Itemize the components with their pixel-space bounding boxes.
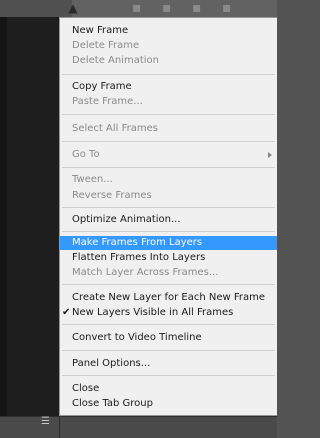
ghost-glyph-2: ▪ [162,0,172,16]
menu-separator [62,231,275,232]
arrange-icon[interactable]: ▲ [66,1,80,15]
footer-divider [59,417,60,438]
check-icon: ✔ [62,307,71,318]
menu-separator [62,375,275,376]
menu-item-make-frames-from-layers[interactable]: Make Frames From Layers [60,236,277,250]
menu-item-match-layer-across-frames: Match Layer Across Frames... [72,267,219,278]
menu-item-select-all-frames: Select All Frames [72,123,158,134]
menu-separator [62,114,275,115]
toolbar-ghost-text [72,0,277,17]
left-edge [0,0,7,438]
menu-separator [62,141,275,142]
menu-item-delete-animation: Delete Animation [72,55,160,66]
menu-item-create-new-layer-each-frame[interactable]: Create New Layer for Each New Frame [60,291,277,305]
menu-item-new-frame[interactable]: New Frame [60,24,277,38]
panel-menu-icon[interactable]: ☰ [41,417,53,427]
ghost-glyph-1: ▪ [132,0,142,16]
ghost-glyph-3: ▪ [192,0,202,16]
menu-item-close-tab-group[interactable]: Close Tab Group [60,397,277,411]
menu-item-paste-frame: Paste Frame... [72,96,143,107]
menu-item-convert-to-video-timeline[interactable]: Convert to Video Timeline [60,331,277,345]
menu-item-close[interactable]: Close [60,382,277,396]
menu-separator [62,350,275,351]
menu-item-panel-options[interactable]: Panel Options... [60,357,277,371]
animation-panel-menu: New Frame Delete Frame Delete Animation … [59,17,277,416]
menu-item-flatten-frames-into-layers[interactable]: Flatten Frames Into Layers [60,251,277,265]
menu-item-delete-frame: Delete Frame [72,40,140,51]
menu-separator [62,74,275,75]
menu-item-optimize-animation[interactable]: Optimize Animation... [60,213,277,227]
menu-item-copy-frame[interactable]: Copy Frame [60,80,277,94]
menu-item-go-to: Go To [60,148,277,162]
menu-separator [62,324,275,325]
ghost-glyph-4: ▪ [222,0,232,16]
menu-item-reverse-frames: Reverse Frames [72,190,152,201]
menu-separator [62,207,275,208]
menu-separator [62,167,275,168]
menu-item-tween: Tween... [72,174,113,185]
menu-item-new-layers-visible[interactable]: ✔ New Layers Visible in All Frames [60,306,277,320]
submenu-arrow-icon [268,152,272,158]
menu-separator [62,284,275,285]
